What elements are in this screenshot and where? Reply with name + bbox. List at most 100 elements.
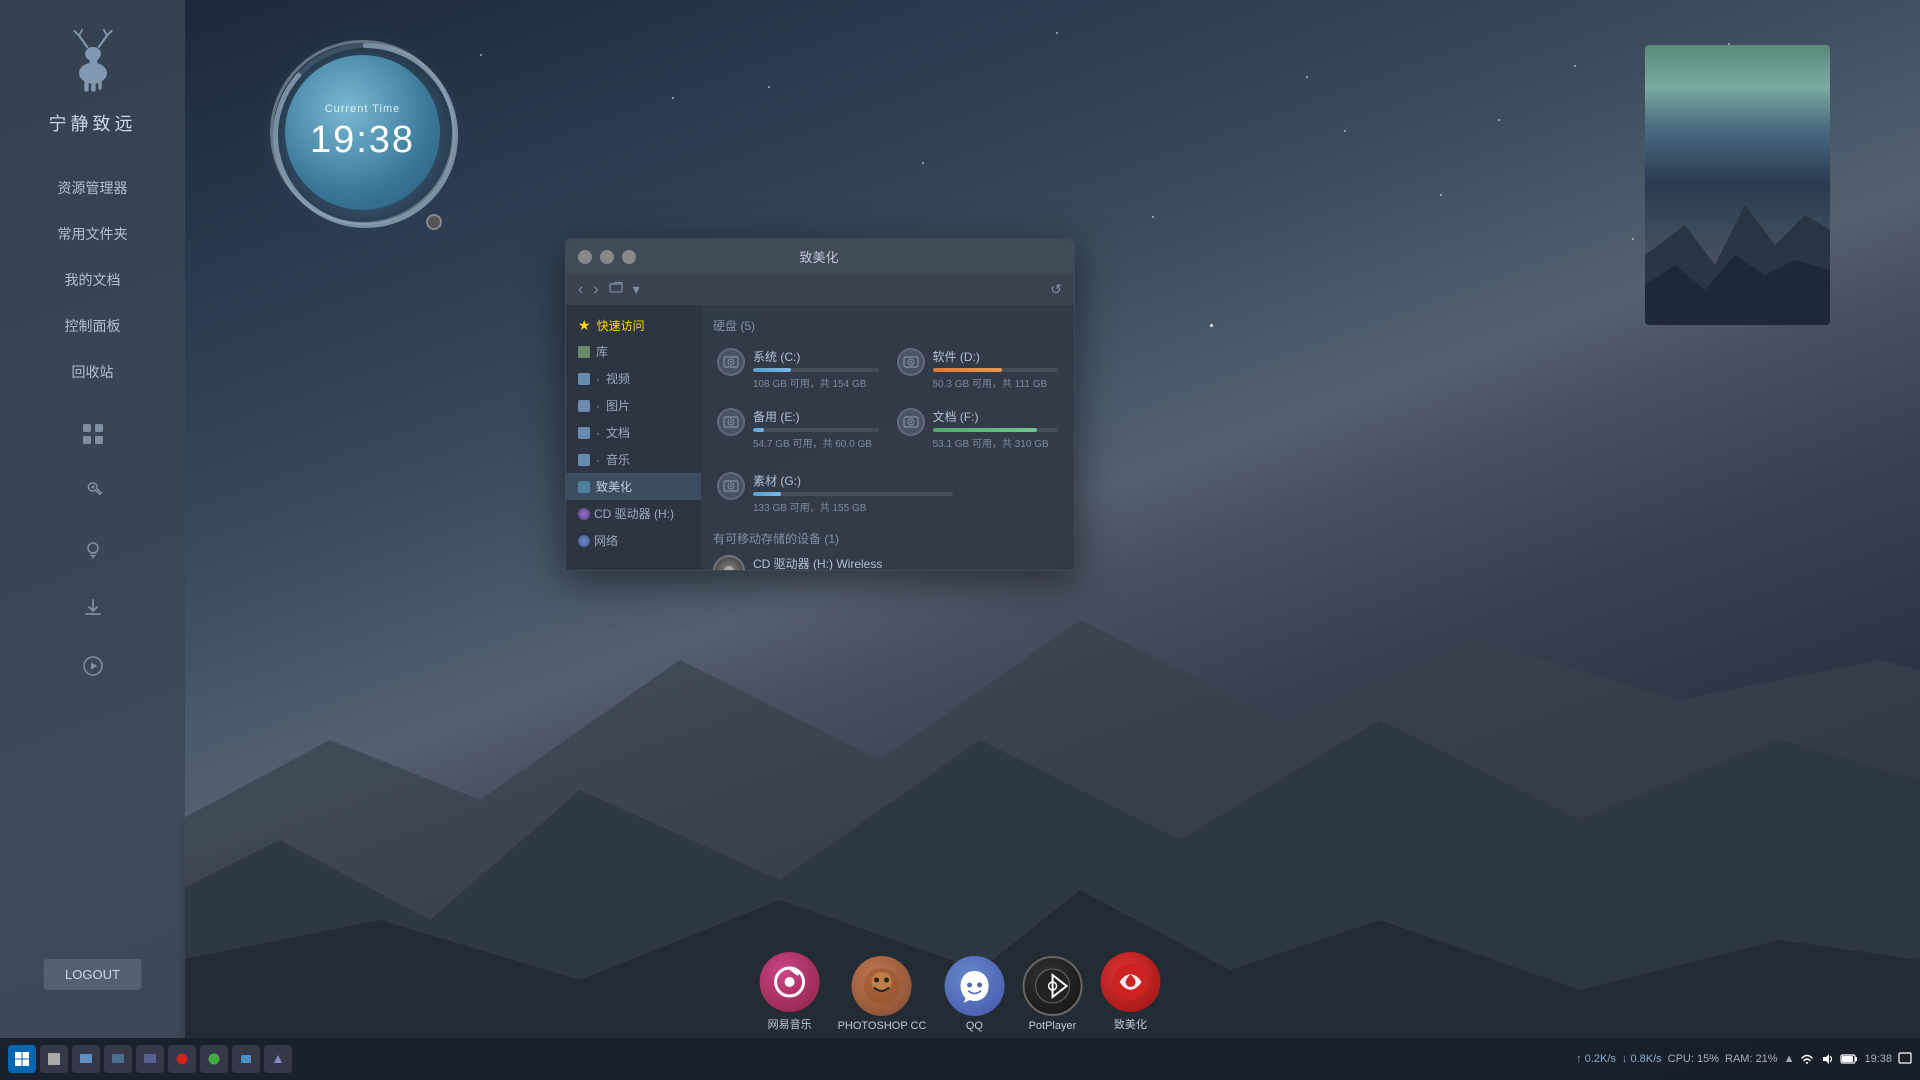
drive-c-stats: 108 GB 可用，共 154 GB	[753, 375, 879, 390]
drive-d-stats: 50.3 GB 可用，共 111 GB	[933, 375, 1059, 390]
drive-d-info: 软件 (D:) 50.3 GB 可用，共 111 GB	[933, 348, 1059, 390]
fm-nav-refresh[interactable]: ↺	[1050, 281, 1062, 298]
drive-c[interactable]: 系统 (C:) 108 GB 可用，共 154 GB	[713, 344, 883, 394]
fm-drives-grid: 系统 (C:) 108 GB 可用，共 154 GB 软件 (D:)	[713, 344, 1062, 454]
taskbar-icon-5[interactable]	[168, 1045, 196, 1073]
drive-d[interactable]: 软件 (D:) 50.3 GB 可用，共 111 GB	[893, 344, 1063, 394]
taskbar-windows-button[interactable]	[8, 1045, 36, 1073]
fm-content: 硬盘 (5) 系统 (C:) 108 GB 可用，共 154 GB	[701, 305, 1074, 570]
drive-g[interactable]: 素材 (G:) 133 GB 可用，共 155 GB	[713, 468, 1062, 518]
drive-c-icon	[717, 348, 745, 376]
taskbar-tray: ↑ 0.2K/s ↓ 0.8K/s CPU: 15% RAM: 21% ▲ 19…	[1576, 1052, 1920, 1066]
drive-e[interactable]: 备用 (E:) 54.7 GB 可用，共 60.0 GB	[713, 404, 883, 454]
fm-cd-info: CD 驱动器 (H:) Wireless 0 字节 可用，共 6.91 MB C…	[753, 555, 1062, 570]
drive-f-icon	[897, 408, 925, 436]
tray-ram: RAM: 21%	[1725, 1053, 1778, 1065]
logout-button[interactable]: LOGOUT	[43, 959, 142, 990]
drive-f-name: 文档 (F:)	[933, 408, 1059, 425]
tray-arrow-icon[interactable]: ▲	[1784, 1053, 1795, 1065]
tray-battery-icon[interactable]	[1840, 1053, 1858, 1065]
fm-titlebar: ─ ✎ ✕ 致美化	[566, 239, 1074, 274]
drive-f-info: 文档 (F:) 53.1 GB 可用，共 310 GB	[933, 408, 1059, 450]
drive-g-info: 素材 (G:) 133 GB 可用，共 155 GB	[753, 472, 1058, 514]
fm-nav-dropdown[interactable]: ▾	[633, 281, 640, 298]
tray-wifi-icon[interactable]	[1800, 1052, 1814, 1066]
taskbar-icon-4[interactable]	[136, 1045, 164, 1073]
fm-minimize-button[interactable]: ─	[578, 250, 592, 264]
fm-sidebar-music[interactable]: · 音乐	[566, 446, 701, 473]
drive-e-info: 备用 (E:) 54.7 GB 可用，共 60.0 GB	[753, 408, 879, 450]
sidebar-item-file-explorer[interactable]: 资源管理器	[0, 166, 185, 210]
sidebar-icon-play[interactable]	[73, 646, 113, 686]
fm-sidebar-documents[interactable]: · 文档	[566, 419, 701, 446]
drive-c-name: 系统 (C:)	[753, 348, 879, 365]
fm-body: ★ 快速访问 库 · 视频 · 图片 · 文档 · 音乐	[566, 305, 1074, 570]
fm-sidebar-zhimeihual[interactable]: 致美化	[566, 473, 701, 500]
drive-g-stats: 133 GB 可用，共 155 GB	[753, 499, 1058, 514]
sidebar-icon-tools[interactable]	[73, 472, 113, 512]
drive-e-name: 备用 (E:)	[753, 408, 879, 425]
fm-cd-icon	[713, 555, 745, 570]
netease-label: 网易音乐	[768, 1016, 812, 1032]
sidebar-item-recycle-bin[interactable]: 回收站	[0, 350, 185, 394]
fm-sidebar-network[interactable]: 网络	[566, 527, 701, 554]
drive-g-icon	[717, 472, 745, 500]
drive-d-icon	[897, 348, 925, 376]
taskbar-icon-2[interactable]	[72, 1045, 100, 1073]
file-manager-window: ─ ✎ ✕ 致美化 ‹ › ▾ ↺ ★ 快速访问 库	[565, 238, 1075, 571]
drive-f[interactable]: 文档 (F:) 53.1 GB 可用，共 310 GB	[893, 404, 1063, 454]
dock-potplayer[interactable]: PotPlayer	[1022, 956, 1082, 1032]
taskbar-icon-7[interactable]	[232, 1045, 260, 1073]
sidebar-item-common-folders[interactable]: 常用文件夹	[0, 212, 185, 256]
sidebar-title: 宁静致远	[49, 110, 137, 136]
sidebar-icon-bulb[interactable]	[73, 530, 113, 570]
potplayer-label: PotPlayer	[1029, 1020, 1077, 1032]
taskbar-icon-8[interactable]	[264, 1045, 292, 1073]
clock-progress-dot	[426, 214, 442, 230]
fm-title: 致美化	[636, 247, 1002, 266]
drive-c-info: 系统 (C:) 108 GB 可用，共 154 GB	[753, 348, 879, 390]
drive-e-stats: 54.7 GB 可用，共 60.0 GB	[753, 435, 879, 450]
tray-network-up: ↑ 0.2K/s	[1576, 1053, 1616, 1065]
tray-volume-icon[interactable]	[1820, 1052, 1834, 1066]
sidebar-icon-apps[interactable]	[73, 414, 113, 454]
sidebar-item-my-docs[interactable]: 我的文档	[0, 258, 185, 302]
fm-sidebar-cd-drive[interactable]: CD 驱动器 (H:)	[566, 500, 701, 527]
taskbar-icon-1[interactable]	[40, 1045, 68, 1073]
fm-quick-access-label: ★ 快速访问	[566, 313, 701, 338]
taskbar-left	[0, 1045, 300, 1073]
fm-cd-name: CD 驱动器 (H:) Wireless	[753, 555, 1062, 570]
fm-navbar: ‹ › ▾ ↺	[566, 274, 1074, 305]
dock-qq[interactable]: QQ	[944, 956, 1004, 1032]
fm-hard-disks-title: 硬盘 (5)	[713, 317, 1062, 334]
tray-network-down: ↓ 0.8K/s	[1622, 1053, 1662, 1065]
tray-cpu: CPU: 15%	[1668, 1053, 1719, 1065]
taskbar-icon-3[interactable]	[104, 1045, 132, 1073]
fm-maximize-button[interactable]: ✎	[600, 250, 614, 264]
fm-cd-item[interactable]: CD 驱动器 (H:) Wireless 0 字节 可用，共 6.91 MB C…	[713, 555, 1062, 570]
clock-widget: Current Time 19:38	[270, 40, 455, 225]
fm-sidebar: ★ 快速访问 库 · 视频 · 图片 · 文档 · 音乐	[566, 305, 701, 570]
sidebar: 宁静致远 资源管理器 常用文件夹 我的文档 控制面板 回收站 LOGOUT	[0, 0, 185, 1040]
photoshop-icon	[852, 956, 912, 1016]
sidebar-icon-download[interactable]	[73, 588, 113, 628]
fm-sidebar-videos[interactable]: · 视频	[566, 365, 701, 392]
fm-sidebar-pictures[interactable]: · 图片	[566, 392, 701, 419]
taskbar-icon-6[interactable]	[200, 1045, 228, 1073]
fm-nav-back[interactable]: ‹	[578, 281, 583, 299]
fm-nav-folder[interactable]	[609, 280, 623, 299]
sidebar-logo	[53, 20, 133, 100]
drive-g-name: 素材 (G:)	[753, 472, 1058, 489]
fm-sidebar-library[interactable]: 库	[566, 338, 701, 365]
dock-netease-music[interactable]: 网易音乐	[760, 952, 820, 1032]
dock-zhimeihual[interactable]: 致美化	[1100, 952, 1160, 1032]
dock-photoshop[interactable]: PHOTOSHOP CC	[838, 956, 927, 1032]
fm-nav-forward[interactable]: ›	[593, 281, 598, 299]
netease-music-icon	[760, 952, 820, 1012]
clock-outer-ring: Current Time 19:38	[270, 40, 455, 225]
sidebar-item-control-panel[interactable]: 控制面板	[0, 304, 185, 348]
sidebar-icons	[0, 414, 185, 686]
taskbar: ↑ 0.2K/s ↓ 0.8K/s CPU: 15% RAM: 21% ▲ 19…	[0, 1038, 1920, 1080]
tray-desktop-icon[interactable]	[1898, 1052, 1912, 1066]
fm-close-button[interactable]: ✕	[622, 250, 636, 264]
